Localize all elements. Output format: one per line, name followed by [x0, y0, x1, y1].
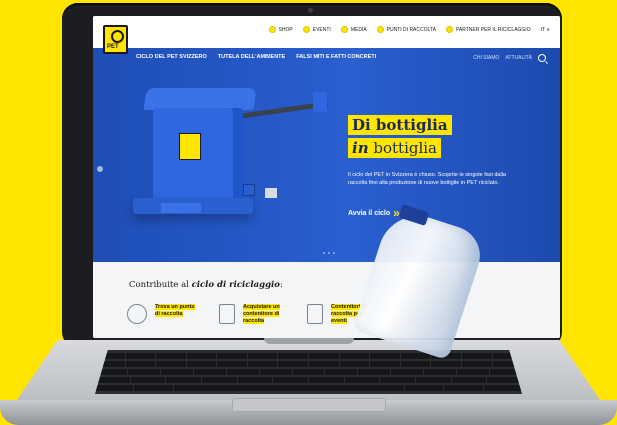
map-pin-icon: [127, 304, 147, 324]
card-find-point[interactable]: Trova un punto di raccolta: [127, 304, 197, 325]
utility-link-label: EVENTI: [312, 26, 331, 33]
card-label: Trova un punto di raccolta: [155, 304, 197, 318]
utility-link-label: PUNTI DI RACCOLTA: [386, 26, 436, 33]
card-label: Acquistare un contenitore di raccolta: [243, 304, 285, 325]
utility-link-partners[interactable]: PARTNER PER IL RICICLAGGIO: [445, 26, 531, 33]
nav-item-about[interactable]: CHI SIAMO: [473, 55, 499, 61]
bin-icon: [219, 304, 235, 324]
calendar-icon: [302, 26, 310, 33]
carousel-dot[interactable]: [323, 252, 325, 254]
utility-nav: SHOP EVENTI MEDIA PUNTI DI RACCOLTA PART…: [268, 26, 550, 33]
steps-illustration: [161, 203, 201, 213]
language-selector[interactable]: IT ∨: [541, 27, 550, 33]
utility-link-label: PARTNER PER IL RICICLAGGIO: [455, 26, 531, 33]
search-icon[interactable]: [538, 54, 546, 62]
nav-item-news[interactable]: ATTUALITÀ: [505, 55, 532, 61]
nav-item-myths[interactable]: FALSI MITI E FATTI CONCRETI: [296, 54, 376, 60]
nav-item-environment[interactable]: TUTELA DELL'AMBIENTE: [218, 54, 285, 60]
contribute-section: Contribuite al ciclo di riciclaggio: Tro…: [93, 262, 560, 338]
card-label-text: Acquistare un contenitore di raccolta: [243, 304, 280, 324]
cube-illustration: [243, 184, 255, 196]
crate-illustration: [265, 188, 277, 198]
laptop-hinge: [264, 338, 354, 344]
utility-link-media[interactable]: MEDIA: [340, 26, 367, 33]
utility-link-label: MEDIA: [350, 26, 367, 33]
utility-link-events[interactable]: EVENTI: [302, 26, 331, 33]
card-label-text: Trova un punto di raccolta: [155, 304, 195, 317]
hero-section: CICLO DEL PET SVIZZERO TUTELA DELL'AMBIE…: [93, 48, 560, 262]
hero-title-emphasis: in: [352, 139, 369, 157]
camera-dot: [308, 8, 313, 13]
pet-label-icon: [179, 133, 201, 160]
keyboard: [95, 350, 522, 394]
carousel-dot[interactable]: [328, 252, 330, 254]
hero-title-line1: Di bottiglia: [348, 115, 452, 135]
laptop-scene: SHOP EVENTI MEDIA PUNTI DI RACCOLTA PART…: [0, 0, 617, 425]
contribute-cards: Trova un punto di raccolta Acquistare un…: [127, 304, 373, 325]
contribute-title-emphasis: ciclo di riciclaggio: [191, 280, 280, 290]
utility-bar: SHOP EVENTI MEDIA PUNTI DI RACCOLTA PART…: [93, 16, 560, 48]
contribute-title-suffix: :: [279, 280, 283, 290]
utility-link-shop[interactable]: SHOP: [268, 26, 293, 33]
contribute-title-prefix: Contribuite al: [129, 280, 192, 290]
utility-link-collection-points[interactable]: PUNTI DI RACCOLTA: [376, 26, 436, 33]
logo-text: PET: [107, 44, 119, 50]
trackpad: [232, 398, 386, 412]
pet-logo[interactable]: PET: [103, 25, 128, 54]
nav-item-cycle[interactable]: CICLO DEL PET SVIZZERO: [136, 54, 207, 60]
illustration-arm: [313, 92, 327, 112]
hero-title-line2: in bottiglia: [348, 138, 442, 158]
card-buy-container[interactable]: Acquistare un contenitore di raccolta: [219, 304, 285, 325]
cta-label: Avvia il ciclo: [348, 209, 391, 217]
carousel-dot[interactable]: [333, 252, 335, 254]
utility-link-label: SHOP: [278, 26, 293, 33]
laptop-screen: SHOP EVENTI MEDIA PUNTI DI RACCOLTA PART…: [93, 16, 560, 338]
media-icon: [340, 26, 348, 33]
partner-icon: [445, 26, 453, 33]
carousel-prev-button[interactable]: [97, 166, 103, 172]
start-cycle-button[interactable]: Avvia il ciclo »: [348, 207, 400, 219]
hero-description: Il ciclo del PET in Svizzera è chiuso. S…: [348, 172, 506, 186]
bin-lid-illustration: [143, 88, 257, 110]
contribute-title: Contribuite al ciclo di riciclaggio:: [129, 280, 283, 290]
location-icon: [376, 26, 384, 33]
nav-secondary: CHI SIAMO ATTUALITÀ: [473, 54, 546, 62]
event-bin-icon: [307, 304, 323, 324]
language-label: IT ∨: [540, 26, 550, 33]
cart-icon: [268, 26, 276, 33]
main-nav: CICLO DEL PET SVIZZERO TUTELA DELL'AMBIE…: [136, 54, 376, 60]
hero-title-rest: bottiglia: [368, 139, 438, 157]
bottle-arrow-icon: [111, 30, 124, 43]
carousel-dots[interactable]: [323, 252, 335, 254]
